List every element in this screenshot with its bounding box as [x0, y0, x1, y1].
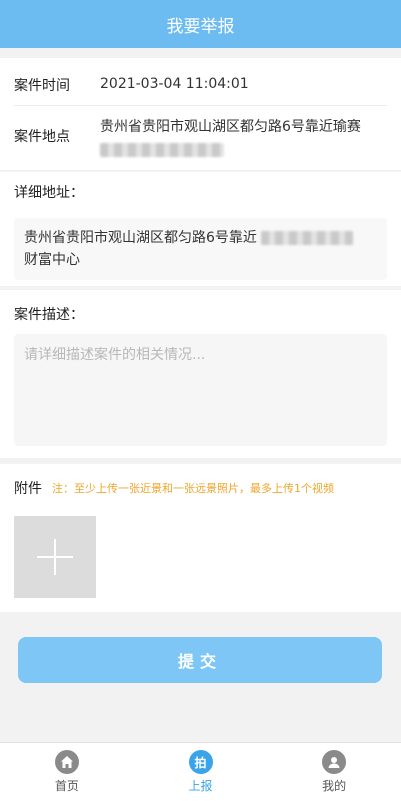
- home-icon: [54, 750, 79, 774]
- tab-home-label: 首页: [54, 779, 79, 793]
- tab-report-label: 上报: [188, 779, 213, 793]
- user-icon: [322, 750, 347, 774]
- case-info-card: 案件时间 2021-03-04 11:04:01 案件地点 贵州省贵阳市观山湖区…: [0, 58, 401, 170]
- description-label: 案件描述：: [14, 307, 84, 323]
- detail-address-line1: 贵州省贵阳市观山湖区都匀路6号靠近: [24, 230, 257, 246]
- description-placeholder: 请详细描述案件的相关情况...: [24, 347, 206, 363]
- description-card: 案件描述： 请详细描述案件的相关情况...: [0, 290, 401, 458]
- report-icon-glyph: 拍: [194, 755, 207, 770]
- case-time-value: 2021-03-04 11:04:01: [100, 76, 249, 92]
- page-title: 我要举报: [166, 16, 235, 37]
- description-textarea[interactable]: 请详细描述案件的相关情况...: [14, 334, 387, 446]
- attachment-note: 注：至少上传一张近景和一张远景照片，最多上传1个视频: [52, 482, 334, 495]
- detail-address-line2: 财富中心: [24, 252, 80, 268]
- case-location-value: 贵州省贵阳市观山湖区都匀路6号靠近瑜赛: [100, 119, 361, 135]
- redacted-text: [261, 231, 354, 245]
- plus-icon: [37, 539, 73, 575]
- case-time-label: 案件时间: [14, 78, 70, 94]
- tab-report[interactable]: 拍 上报: [134, 743, 268, 801]
- submit-label: 提交: [177, 652, 222, 671]
- case-location-label: 案件地点: [14, 129, 70, 145]
- submit-button[interactable]: 提交: [18, 637, 382, 683]
- case-time-row: 案件时间 2021-03-04 11:04:01: [0, 58, 401, 99]
- bottom-tab-bar: 首页 拍 上报 我的: [0, 742, 401, 801]
- detail-address-label: 详细地址：: [14, 185, 84, 201]
- case-location-row[interactable]: 案件地点 贵州省贵阳市观山湖区都匀路6号靠近瑜赛: [0, 106, 401, 157]
- tab-mine[interactable]: 我的: [267, 743, 401, 801]
- add-attachment-button[interactable]: [14, 516, 96, 598]
- detail-address-card: 详细地址： 贵州省贵阳市观山湖区都匀路6号靠近 财富中心: [0, 172, 401, 286]
- tab-mine-label: 我的: [322, 779, 347, 793]
- attachment-label: 附件: [14, 481, 42, 497]
- attachment-header: 附件 注：至少上传一张近景和一张远景照片，最多上传1个视频: [0, 464, 401, 498]
- redacted-text: [100, 143, 224, 157]
- detail-address-field[interactable]: 贵州省贵阳市观山湖区都匀路6号靠近 财富中心: [14, 218, 387, 280]
- page-header: 我要举报: [0, 0, 401, 48]
- tab-home[interactable]: 首页: [0, 743, 134, 801]
- report-icon: 拍: [188, 750, 213, 774]
